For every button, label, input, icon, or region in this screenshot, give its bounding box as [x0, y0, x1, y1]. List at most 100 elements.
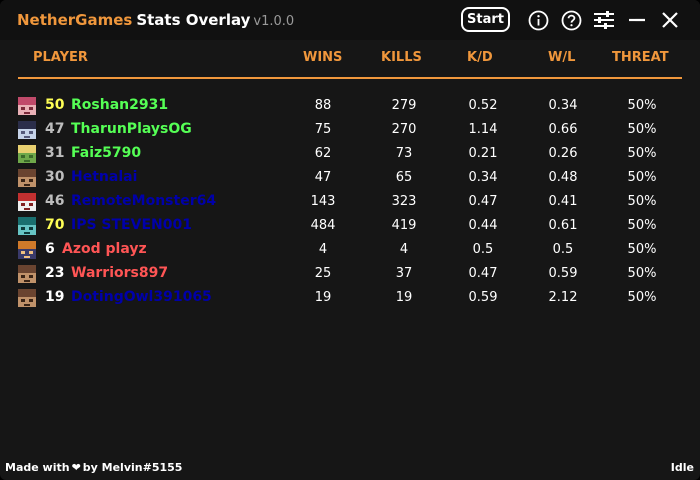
kills-cell: 4	[399, 242, 409, 257]
player-avatar	[18, 97, 36, 115]
kills-cell: 419	[391, 218, 417, 233]
title-bar: NetherGames Stats Overlay v1.0.0 Start	[0, 0, 700, 40]
kills-cell: 279	[391, 98, 417, 113]
player-name[interactable]: DotingOwl391065	[71, 289, 212, 305]
help-icon[interactable]	[560, 9, 582, 31]
wl-cell: 0.48	[548, 170, 578, 185]
player-level: 47	[45, 121, 65, 137]
status-label: Idle	[670, 461, 694, 474]
start-button[interactable]: Start	[461, 7, 510, 32]
header-kd[interactable]: K/D	[467, 50, 493, 65]
table-row[interactable]: 19 DotingOwl391065 19 19 0.59 2.12 50%	[0, 286, 700, 310]
player-name[interactable]: Faiz5790	[71, 145, 141, 161]
threat-cell: 50%	[627, 218, 657, 233]
header-wins[interactable]: WINS	[303, 50, 342, 65]
wins-cell: 62	[314, 146, 332, 161]
minimize-icon[interactable]	[626, 9, 648, 31]
player-level: 70	[45, 217, 65, 233]
player-level: 50	[45, 97, 65, 113]
player-avatar	[18, 121, 36, 139]
wins-cell: 47	[314, 170, 332, 185]
threat-cell: 50%	[627, 170, 657, 185]
app-name: Stats Overlay	[136, 11, 251, 29]
table-row[interactable]: 70 IPS STEVEN001 484 419 0.44 0.61 50%	[0, 214, 700, 238]
kd-cell: 0.59	[468, 290, 498, 305]
wl-cell: 0.61	[548, 218, 578, 233]
table-row[interactable]: 6 Azod playz 4 4 0.5 0.5 50%	[0, 238, 700, 262]
wl-cell: 0.5	[552, 242, 574, 257]
table-row[interactable]: 30 Hetnalai 47 65 0.34 0.48 50%	[0, 166, 700, 190]
kd-cell: 0.44	[468, 218, 498, 233]
wins-cell: 484	[310, 218, 336, 233]
version-label: v1.0.0	[253, 14, 295, 29]
player-avatar	[18, 265, 36, 283]
kills-cell: 73	[395, 146, 413, 161]
made-with-label: Made with	[5, 461, 70, 474]
kd-cell: 0.47	[468, 194, 498, 209]
settings-sliders-icon[interactable]	[593, 9, 615, 31]
kills-cell: 323	[391, 194, 417, 209]
wins-cell: 88	[314, 98, 332, 113]
threat-cell: 50%	[627, 98, 657, 113]
player-avatar	[18, 193, 36, 211]
table-row[interactable]: 46 RemoteMonster64 143 323 0.47 0.41 50%	[0, 190, 700, 214]
kd-cell: 0.21	[468, 146, 498, 161]
header-kills[interactable]: KILLS	[381, 50, 422, 65]
kills-cell: 65	[395, 170, 413, 185]
player-avatar	[18, 169, 36, 187]
header-divider	[18, 77, 682, 79]
player-avatar	[18, 217, 36, 235]
player-name[interactable]: Hetnalai	[71, 169, 137, 185]
player-name[interactable]: Azod playz	[62, 241, 147, 257]
heart-icon: ❤	[71, 461, 81, 474]
kd-cell: 0.52	[468, 98, 498, 113]
player-level: 23	[45, 265, 65, 281]
threat-cell: 50%	[627, 266, 657, 281]
wl-cell: 0.59	[548, 266, 578, 281]
table-row[interactable]: 31 Faiz5790 62 73 0.21 0.26 50%	[0, 142, 700, 166]
player-name[interactable]: Roshan2931	[71, 97, 168, 113]
wl-cell: 0.41	[548, 194, 578, 209]
kd-cell: 0.5	[472, 242, 494, 257]
player-level: 46	[45, 193, 65, 209]
table-header: PLAYER WINS KILLS K/D W/L THREAT	[18, 50, 682, 70]
brand-name: NetherGames	[17, 11, 133, 29]
kd-cell: 1.14	[468, 122, 498, 137]
player-name[interactable]: TharunPlaysOG	[71, 121, 192, 137]
author-label: by Melvin#5155	[82, 461, 183, 474]
kd-cell: 0.34	[468, 170, 498, 185]
player-avatar	[18, 241, 36, 259]
wins-cell: 19	[314, 290, 332, 305]
header-player[interactable]: PLAYER	[33, 50, 88, 65]
info-icon[interactable]	[527, 9, 549, 31]
player-level: 30	[45, 169, 65, 185]
table-row[interactable]: 23 Warriors897 25 37 0.47 0.59 50%	[0, 262, 700, 286]
player-level: 19	[45, 289, 65, 305]
threat-cell: 50%	[627, 146, 657, 161]
table-row[interactable]: 47 TharunPlaysOG 75 270 1.14 0.66 50%	[0, 118, 700, 142]
wl-cell: 0.34	[548, 98, 578, 113]
wins-cell: 143	[310, 194, 336, 209]
header-threat[interactable]: THREAT	[612, 50, 669, 65]
player-avatar	[18, 145, 36, 163]
player-level: 31	[45, 145, 65, 161]
player-avatar	[18, 289, 36, 307]
threat-cell: 50%	[627, 242, 657, 257]
threat-cell: 50%	[627, 290, 657, 305]
threat-cell: 50%	[627, 122, 657, 137]
kills-cell: 37	[395, 266, 413, 281]
wins-cell: 75	[314, 122, 332, 137]
wins-cell: 25	[314, 266, 332, 281]
kills-cell: 19	[395, 290, 413, 305]
header-wl[interactable]: W/L	[548, 50, 575, 65]
close-icon[interactable]	[659, 9, 681, 31]
player-name[interactable]: RemoteMonster64	[71, 193, 216, 209]
table-row[interactable]: 50 Roshan2931 88 279 0.52 0.34 50%	[0, 94, 700, 118]
wins-cell: 4	[318, 242, 328, 257]
player-name[interactable]: IPS STEVEN001	[71, 217, 192, 233]
wl-cell: 2.12	[548, 290, 578, 305]
player-level: 6	[45, 241, 55, 257]
player-name[interactable]: Warriors897	[71, 265, 168, 281]
kd-cell: 0.47	[468, 266, 498, 281]
overlay-window: NetherGames Stats Overlay v1.0.0 Start PLA…	[0, 0, 700, 480]
